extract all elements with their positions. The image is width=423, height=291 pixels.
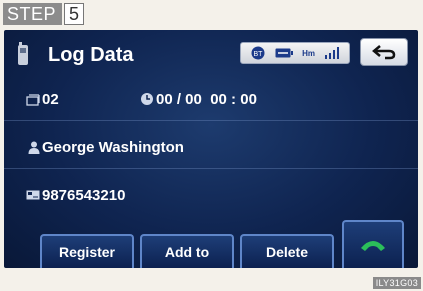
contact-name: George Washington xyxy=(42,139,184,156)
add-to-button[interactable]: Add to xyxy=(140,234,234,268)
battery-icon xyxy=(275,48,293,58)
person-icon xyxy=(28,141,40,154)
back-button[interactable] xyxy=(360,38,408,66)
bt-text: BT xyxy=(253,51,263,58)
delete-label: Delete xyxy=(265,244,309,260)
delete-button[interactable]: Delete xyxy=(240,234,334,268)
step-number: 5 xyxy=(64,3,85,25)
figure-code: ILY31G03 xyxy=(372,277,421,289)
register-button[interactable]: Register xyxy=(40,234,134,268)
back-arrow-icon xyxy=(372,45,396,60)
phone-icon xyxy=(18,42,28,65)
phone-card-icon xyxy=(26,190,40,200)
contact-row: George Washington xyxy=(4,128,418,169)
clock-icon xyxy=(141,93,153,105)
signal-bars-icon xyxy=(325,47,340,59)
bluetooth-icon: BT xyxy=(251,46,265,60)
home-network-label: Hm xyxy=(302,48,316,58)
phone-number: 9876543210 xyxy=(42,187,126,204)
header: Log Data BT Hm xyxy=(4,38,418,72)
call-handset-icon xyxy=(361,241,385,251)
phone-number-row: 9876543210 xyxy=(4,176,418,216)
step-label: STEP xyxy=(3,3,63,25)
entry-datetime: 00 / 00 00 : 00 xyxy=(156,91,257,108)
phone-screen: Log Data BT Hm 02 00 / 00 00: 00 George… xyxy=(4,30,418,268)
status-indicators: BT Hm xyxy=(240,42,350,64)
step-banner: STEP 5 xyxy=(3,3,85,25)
add-to-label: Add to xyxy=(164,244,210,260)
entry-number: 02 xyxy=(42,91,59,108)
log-entry-row: 02 00 / 00 00 : 00 xyxy=(4,80,418,121)
call-button[interactable] xyxy=(342,220,404,268)
log-entry-icon xyxy=(26,94,40,106)
page-title: Log Data xyxy=(48,44,134,66)
register-label: Register xyxy=(58,244,116,260)
